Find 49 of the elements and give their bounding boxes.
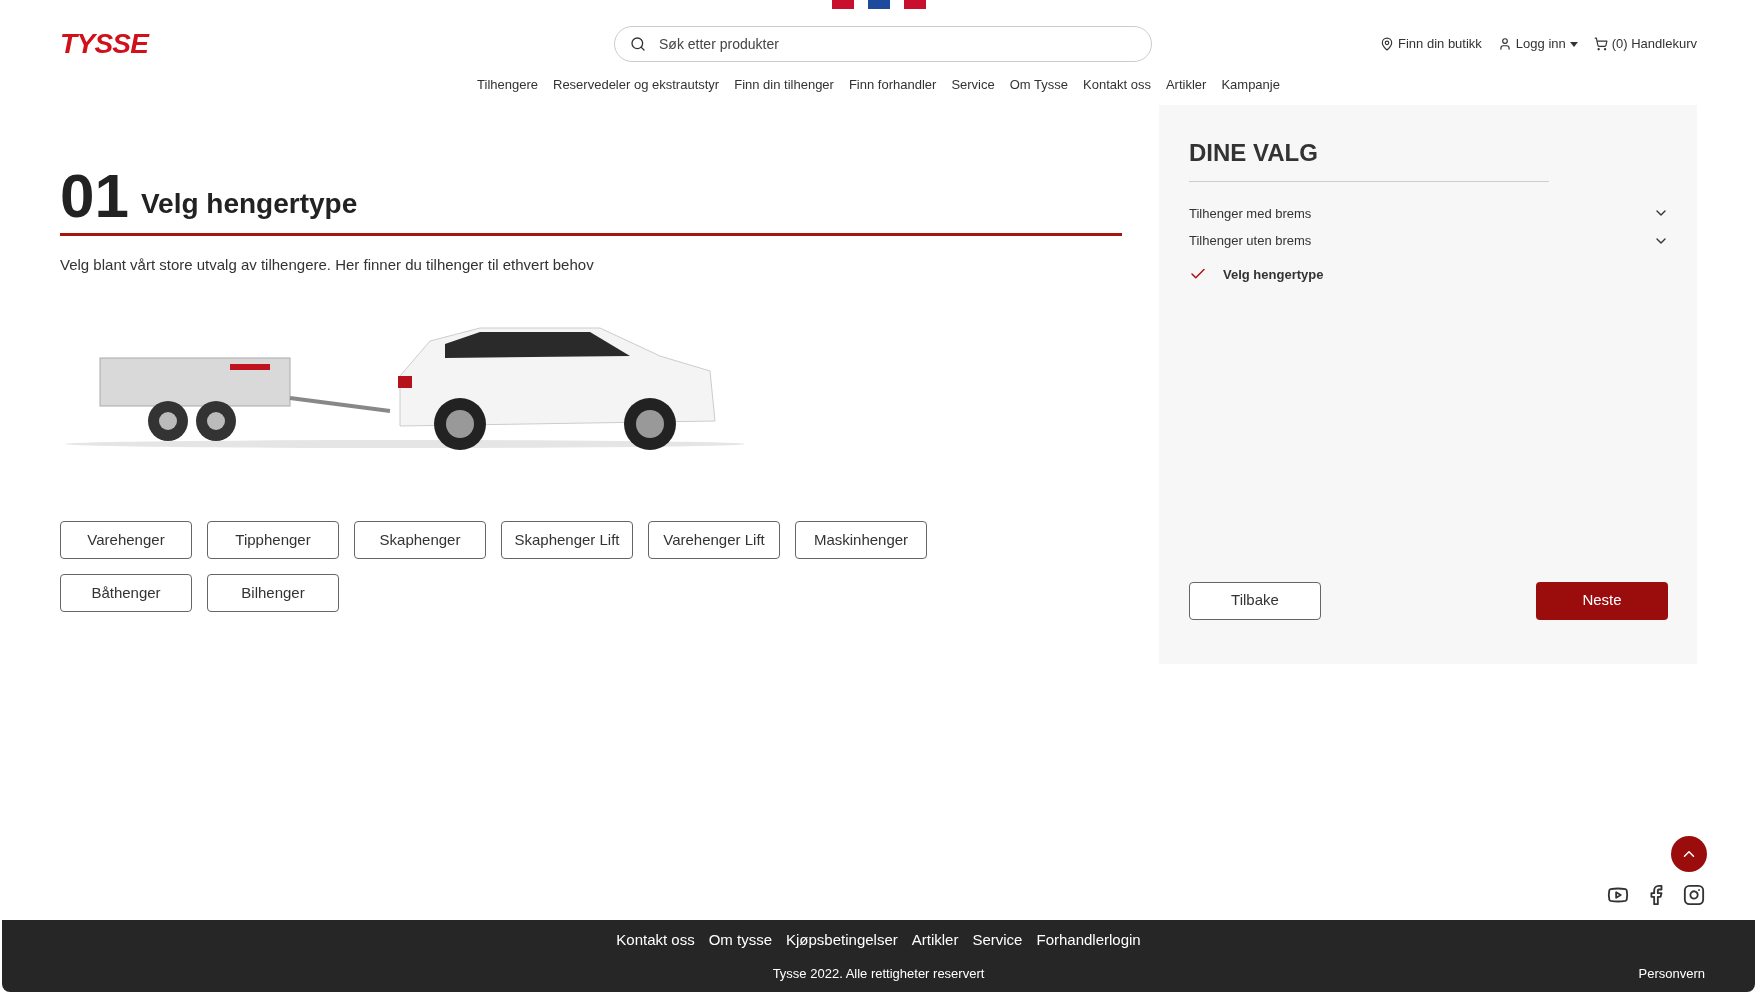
trailer-type-button[interactable]: Båthenger <box>60 574 192 612</box>
cart-icon <box>1593 37 1608 51</box>
scroll-top-button[interactable] <box>1671 836 1707 872</box>
login-link[interactable]: Logg inn <box>1497 34 1578 54</box>
flag-icon <box>903 0 926 9</box>
store-link[interactable]: Finn din butikk <box>1380 34 1482 54</box>
footer-link[interactable]: Artikler <box>911 929 959 952</box>
nav-link[interactable]: Service <box>951 75 995 95</box>
trailer-type-button[interactable]: Skaphenger Lift <box>501 521 633 559</box>
step-label: Velg hengertype <box>1223 265 1324 284</box>
step-title: Velg hengertype <box>140 186 358 221</box>
nav-link[interactable]: Om Tysse <box>1009 75 1068 95</box>
trailer-type-button[interactable]: Bilhenger <box>207 574 339 612</box>
footer-link[interactable]: Service <box>972 929 1023 952</box>
footer-link[interactable]: Om tysse <box>708 929 773 952</box>
nav-link[interactable]: Kontakt oss <box>1083 75 1151 95</box>
step-number: 01 <box>60 164 129 227</box>
flag-icon <box>831 0 854 9</box>
back-button[interactable]: Tilbake <box>1189 581 1321 620</box>
next-button[interactable]: Neste <box>1536 581 1668 620</box>
nav-link[interactable]: Artikler <box>1165 75 1207 95</box>
search-icon <box>630 36 646 52</box>
footer-link[interactable]: Kontakt oss <box>616 929 695 952</box>
cart-link[interactable]: (0) Handlekurv <box>1593 34 1697 54</box>
search-field[interactable]: Søk etter produkter <box>614 26 1152 62</box>
step-description: Velg blant vårt store utvalg av tilhengere. Her finner du tilhenger til ethvert behov <box>60 254 595 275</box>
map-pin-icon <box>1380 37 1394 51</box>
caret-icon <box>1569 41 1578 47</box>
privacy-link[interactable]: Personvern <box>1505 963 1705 983</box>
trailer-type-button[interactable]: Varehenger Lift <box>648 521 780 559</box>
user-icon <box>1497 37 1512 51</box>
summary-title: DINE VALG <box>1189 134 1549 182</box>
accordion-item[interactable]: Tilhenger uten brems <box>1189 231 1669 251</box>
nav-link[interactable]: Tilhengere <box>477 75 538 95</box>
logo[interactable]: TYSSE <box>60 23 614 65</box>
nav-link[interactable]: Kampanje <box>1221 75 1280 95</box>
copyright-text: Tysse 2022. Alle rettigheter reservert <box>771 964 986 983</box>
nav-link[interactable]: Reservedeler og ekstrautstyr <box>553 75 720 95</box>
instagram-icon[interactable] <box>1683 884 1705 906</box>
trailer-type-button[interactable]: Varehenger <box>60 521 192 559</box>
footer-link[interactable]: Kjøpsbetingelser <box>786 929 898 952</box>
accordion-item[interactable]: Tilhenger med brems <box>1189 203 1669 223</box>
trailer-type-button[interactable]: Tipphenger <box>207 521 339 559</box>
trailer-type-button[interactable]: Maskinhenger <box>795 521 927 559</box>
trailer-type-button[interactable]: Skaphenger <box>354 521 486 559</box>
footer-link[interactable]: Forhandlerlogin <box>1036 929 1141 952</box>
flag-icon <box>867 0 890 9</box>
nav-link[interactable]: Finn din tilhenger <box>734 75 834 95</box>
nav-link[interactable]: Finn forhandler <box>848 75 937 95</box>
